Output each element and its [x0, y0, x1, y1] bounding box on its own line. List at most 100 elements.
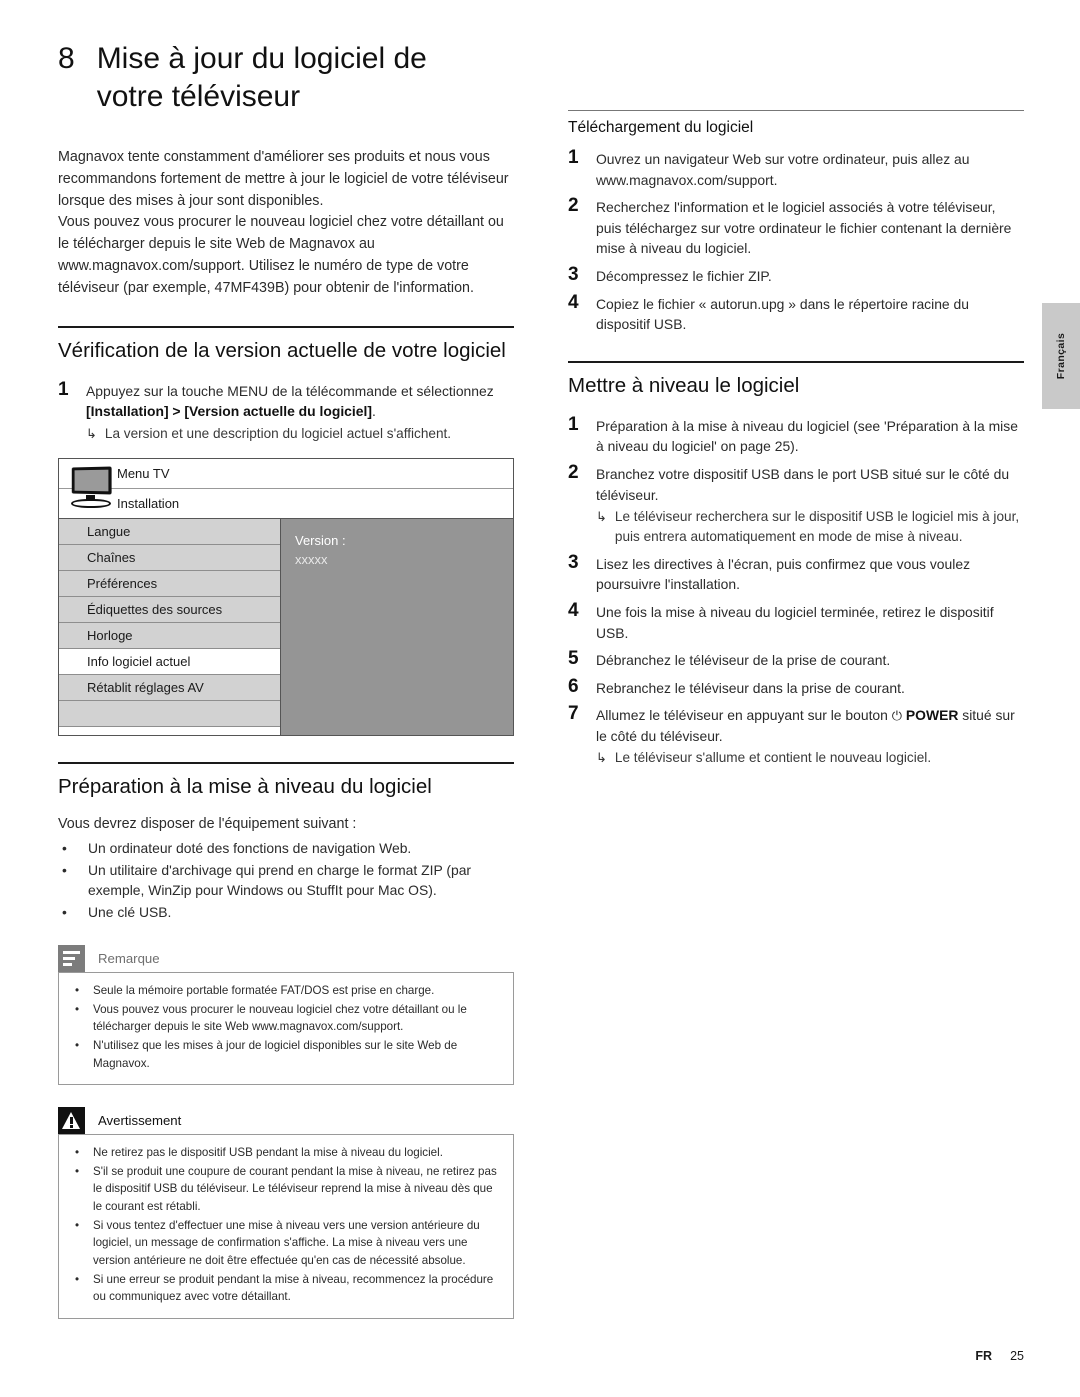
tv-menu-item-chaines[interactable]: Chaînes [59, 544, 280, 571]
bullet-icon: • [75, 1002, 80, 1016]
section-rule [568, 110, 1024, 111]
tv-version-value: xxxxx [295, 552, 328, 568]
chapter-number: 8 [58, 42, 75, 75]
tv-menu-item-list: Langue Chaînes Préférences Édiquettes de… [59, 518, 281, 735]
list-item-text: S'il se produit une coupure de courant p… [93, 1164, 497, 1214]
step-text: Décompressez le fichier ZIP. [596, 268, 772, 285]
download-steps: 1 Ouvrez un navigateur Web sur votre ord… [568, 146, 1024, 335]
bullet-icon: • [75, 1164, 80, 1178]
step-item: 4 Copiez le fichier « autorun.upg » dans… [568, 291, 1024, 335]
note-lines-icon [58, 945, 85, 973]
step-text: Une fois la mise à niveau du logiciel te… [596, 603, 994, 641]
step-item: 5 Débranchez le téléviseur de la prise d… [568, 647, 1024, 671]
note-callout: Remarque • Seule la mémoire portable for… [58, 945, 514, 1086]
power-icon: ⏻ [891, 708, 903, 724]
list-item-text: Si vous tentez d'effectuer une mise à ni… [93, 1218, 480, 1267]
step-text: Préparation à la mise à niveau du logici… [596, 417, 1018, 455]
step-number: 3 [568, 551, 579, 573]
list-item-text: Une clé USB. [88, 904, 172, 921]
step-text: Lisez les directives à l'écran, puis con… [596, 555, 971, 593]
list-item: • Si une erreur se produit pendant la mi… [71, 1271, 501, 1306]
tv-menu-header-primary: Menu TV [59, 458, 513, 489]
tv-version-label: Version : [295, 532, 346, 548]
section-verification: Vérification de la version actuelle de v… [58, 325, 514, 736]
step-number: 2 [568, 461, 579, 483]
verification-steps: 1 Appuyez sur la touche MENU de la téléc… [58, 378, 514, 444]
warning-callout-title: Avertissement [98, 1113, 182, 1129]
list-item: • Une clé USB. [58, 902, 514, 923]
list-item: • S'il se produit une coupure de courant… [71, 1163, 501, 1216]
tv-menu-item-info-logiciel-actuel[interactable]: Info logiciel actuel [59, 648, 280, 675]
step-text-wrapper: Allumez le téléviseur en appuyant sur le… [596, 702, 1024, 768]
step-text: Appuyez sur la touche MENU de la télécom… [86, 378, 514, 444]
step-item: 2 Branchez votre dispositif USB dans le … [568, 461, 1024, 547]
substep: ↳ Le téléviseur s'allume et contient le … [596, 748, 1024, 768]
language-side-tab: Français [1042, 303, 1080, 409]
tv-menu-item-empty [59, 700, 280, 727]
tv-menu-item-etiquettes-sources[interactable]: Édiquettes des sources [59, 596, 280, 623]
footer-language-code: FR [975, 1349, 993, 1363]
step-text-part-c: . [371, 403, 376, 420]
list-item-text: Ne retirez pas le dispositif USB pendant… [93, 1146, 443, 1160]
upgrade-steps: 1 Préparation à la mise à niveau du logi… [568, 413, 1024, 768]
warning-triangle-shape [62, 1112, 81, 1130]
section-verification-heading: Vérification de la version actuelle de v… [58, 338, 506, 362]
list-item-text: Seule la mémoire portable formatée FAT/D… [93, 984, 435, 998]
section-download-heading: Téléchargement du logiciel [568, 119, 754, 136]
list-item-text: Si une erreur se produit pendant la mise… [93, 1272, 494, 1304]
arrow-icon: ↳ [86, 426, 97, 441]
step-number: 5 [568, 648, 579, 670]
power-button-label: POWER [905, 707, 959, 724]
tv-menu-detail-panel: Version : xxxxx [281, 518, 513, 735]
step-item: 1 Préparation à la mise à niveau du logi… [568, 413, 1024, 457]
list-item: • Un ordinateur doté des fonctions de na… [58, 838, 514, 859]
step-text-part-a: Allumez le téléviseur en appuyant sur le… [596, 707, 892, 724]
warning-callout-body: • Ne retirez pas le dispositif USB penda… [58, 1134, 514, 1319]
bullet-icon: • [62, 904, 67, 921]
list-item: • Seule la mémoire portable formatée FAT… [71, 982, 501, 1000]
substep-text: Le téléviseur recherchera sur le disposi… [614, 509, 1020, 544]
preparation-lead: Vous devrez disposer de l'équipement sui… [58, 815, 357, 832]
bullet-icon: • [62, 861, 67, 878]
note-callout-body: • Seule la mémoire portable formatée FAT… [58, 972, 514, 1086]
warning-callout-header: Avertissement [58, 1107, 514, 1135]
step-text-bold: [Installation] > [Version actuelle du lo… [86, 403, 372, 420]
bullet-icon: • [62, 839, 67, 856]
bullet-icon: • [75, 984, 80, 998]
list-item: • Un utilitaire d'archivage qui prend en… [58, 860, 514, 902]
tv-menu-item-preferences[interactable]: Préférences [59, 570, 280, 597]
step-number: 3 [568, 264, 579, 286]
list-item-text: Un utilitaire d'archivage qui prend en c… [88, 861, 472, 899]
tv-menu-item-langue[interactable]: Langue [59, 518, 280, 545]
section-upgrade: Mettre à niveau le logiciel 1 Préparatio… [568, 360, 1024, 769]
list-item-text: Un ordinateur doté des fonctions de navi… [88, 839, 412, 856]
tv-menu-mockup: Menu TV Installation Langue Chaînes Préf… [58, 457, 514, 736]
tv-menu-item-horloge[interactable]: Horloge [59, 622, 280, 649]
step-number: 7 [568, 703, 579, 725]
tv-menu-item-retablit-reglages-av[interactable]: Rétablit réglages AV [59, 674, 280, 701]
warning-list: • Ne retirez pas le dispositif USB penda… [71, 1144, 501, 1305]
note-callout-title: Remarque [98, 951, 160, 967]
note-list: • Seule la mémoire portable formatée FAT… [71, 982, 501, 1072]
step-text: Débranchez le téléviseur de la prise de … [596, 652, 891, 669]
section-rule [568, 360, 1024, 363]
substep: ↳ Le téléviseur recherchera sur le dispo… [596, 507, 1024, 547]
step-text: Rebranchez le téléviseur dans la prise d… [596, 679, 905, 696]
intro-paragraph-1: Magnavox tente constamment d'améliorer s… [58, 148, 509, 209]
bullet-icon: • [75, 1146, 80, 1160]
right-column: Téléchargement du logiciel 1 Ouvrez un n… [568, 110, 1024, 772]
arrow-icon: ↳ [596, 509, 607, 525]
chapter-title-block: 8 Mise à jour du logiciel de votre télév… [58, 40, 514, 117]
step-item: 1 Appuyez sur la touche MENU de la téléc… [58, 378, 514, 444]
list-item: • Vous pouvez vous procurer le nouveau l… [71, 1001, 501, 1036]
warning-triangle-icon [58, 1107, 85, 1135]
step-item: 3 Lisez les directives à l'écran, puis c… [568, 551, 1024, 595]
intro-paragraph-2: Vous pouvez vous procurer le nouveau log… [58, 214, 504, 296]
section-download: Téléchargement du logiciel 1 Ouvrez un n… [568, 110, 1024, 335]
substep-text: Le téléviseur s'allume et contient le no… [614, 750, 932, 766]
tv-screen-shape [71, 466, 112, 495]
step-text-part-a: Appuyez sur la touche MENU de la télécom… [86, 382, 494, 399]
step-number: 2 [568, 195, 579, 217]
step-item: 3 Décompressez le fichier ZIP. [568, 263, 1024, 287]
list-item: • Si vous tentez d'effectuer une mise à … [71, 1217, 501, 1270]
